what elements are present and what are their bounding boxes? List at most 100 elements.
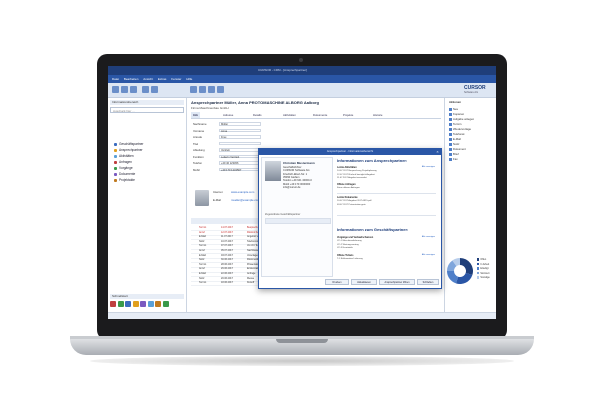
action-icon	[449, 158, 452, 161]
action-item[interactable]: Aufgabe anlegen	[449, 117, 474, 122]
print-icon[interactable]	[190, 86, 197, 93]
menu-view[interactable]: Ansicht	[143, 77, 153, 81]
action-item[interactable]: Dokument	[449, 147, 466, 152]
activity-line: 14.07.2017 Besprechung Projektplanung	[337, 170, 377, 172]
action-item[interactable]: Telefonat	[449, 132, 464, 137]
left-navigation-pane: Informationsbereich Ausdruck hier ... Ge…	[108, 98, 187, 319]
action-label: Neu	[453, 107, 459, 111]
laptop-camera	[299, 58, 303, 62]
record-title: Ansprechpartner Müller, Anna PROTOMASCHI…	[191, 100, 319, 105]
quickstart-icon[interactable]	[162, 301, 169, 307]
action-item[interactable]: E-Mail	[449, 137, 461, 142]
menu-edit[interactable]: Bearbeiten	[124, 77, 139, 81]
action-item[interactable]: Fax	[449, 157, 458, 162]
field-label: Funktion	[193, 154, 204, 159]
cell-date: 18.06.2017	[221, 281, 233, 285]
field-input[interactable]: Frau	[219, 135, 261, 139]
nav-item[interactable]: Geschäftspartner	[114, 142, 143, 147]
web-link[interactable]: www.example.com	[231, 190, 254, 194]
cell-type: Notiz	[199, 258, 205, 262]
left-search-input[interactable]: Ausdruck hier ...	[110, 107, 184, 113]
action-label: Aufgabe anlegen	[453, 117, 475, 121]
recent-activities-link[interactable]: Alle anzeigen	[422, 166, 435, 168]
field-input[interactable]: Leiterin Vertrieb	[219, 154, 261, 159]
nav-item[interactable]: Anfragen	[114, 160, 132, 165]
action-item[interactable]: Brief	[449, 152, 459, 157]
field-input[interactable]	[219, 141, 261, 146]
back-icon[interactable]	[142, 86, 149, 93]
action-item[interactable]: Termin	[449, 122, 461, 127]
window-titlebar: CURSOR - CRM - [Ansprechpartner]	[108, 66, 496, 75]
action-label: E-Mail	[453, 137, 461, 141]
nav-item[interactable]: Aktivitäten	[114, 154, 134, 159]
nav-item-label: Geschäftspartner	[119, 142, 144, 146]
tab-item[interactable]: Aktivitäten	[281, 112, 298, 118]
field-input[interactable]: Müller	[219, 122, 261, 126]
field-input[interactable]: +49 170 1234567	[219, 167, 261, 172]
person-photo	[265, 161, 281, 181]
tab-item[interactable]: Dokumente	[311, 112, 329, 118]
open-contact-button[interactable]: Ansprechpartner öffnen	[379, 279, 415, 285]
tab-item[interactable]: Adresse	[221, 112, 235, 118]
brand-subtitle: Software AG	[464, 91, 479, 94]
quickstart-icon[interactable]	[147, 301, 154, 307]
quickstart-icon[interactable]	[110, 301, 116, 307]
tab-item[interactable]: Historie	[371, 112, 384, 118]
calendar-icon[interactable]	[208, 86, 215, 93]
field-input[interactable]: +49 40 123456	[219, 161, 261, 165]
quickstart-icon[interactable]	[155, 301, 161, 307]
menu-extras[interactable]: Extras	[158, 77, 167, 81]
contact-photo	[195, 190, 209, 206]
cell-date: 20.06.2017	[221, 276, 233, 280]
nav-item[interactable]: Vorgänge	[114, 166, 133, 171]
quickstart-icon[interactable]	[117, 301, 124, 307]
menu-window[interactable]: Fenster	[171, 77, 181, 81]
close-button[interactable]: Schließen	[417, 279, 439, 285]
cell-date: 07.07.2017	[221, 244, 233, 248]
cell-subject: Anfrage	[247, 272, 256, 275]
tab-item[interactable]: Projekte	[341, 112, 355, 118]
assigned-partners-table[interactable]	[265, 218, 331, 224]
email-link[interactable]: mueller@example.com	[231, 198, 260, 202]
tab-item[interactable]: Details	[251, 112, 264, 118]
field-label: Anrede	[193, 135, 203, 139]
print-button[interactable]: Drucken	[325, 279, 349, 285]
forward-icon[interactable]	[151, 86, 158, 93]
action-icon	[449, 133, 452, 136]
menu-help[interactable]: Hilfe	[186, 77, 192, 81]
menu-file[interactable]: Datei	[112, 77, 119, 81]
legend-label: In Arbeit	[480, 262, 490, 266]
open-tickets-link[interactable]: Alle anzeigen	[422, 254, 435, 256]
mail-icon[interactable]	[199, 86, 206, 93]
toolbar	[108, 83, 496, 98]
field-input[interactable]: Vertrieb	[219, 148, 261, 152]
action-item[interactable]: Wiedervorlage	[449, 127, 471, 132]
opportunities-link[interactable]: Alle anzeigen	[422, 236, 435, 238]
record-tabs: Info Adresse Details Aktivitäten Dokumente Pr…	[191, 112, 441, 119]
quickstart-icon[interactable]	[132, 301, 139, 307]
tab-item[interactable]: Info	[191, 112, 201, 118]
field-label: Mobil	[193, 167, 200, 172]
dialog-close-icon[interactable]: ×	[434, 149, 441, 155]
cell-type: Termin	[199, 244, 207, 248]
action-item[interactable]: Notiz	[449, 142, 459, 147]
quickstart-icon[interactable]	[140, 301, 146, 307]
nav-item-icon	[114, 154, 117, 158]
field-label: Vorname	[193, 128, 205, 133]
nav-item[interactable]: Ansprechpartner	[114, 148, 143, 153]
nav-item[interactable]: Dokumente	[114, 172, 135, 177]
action-icon	[449, 153, 452, 156]
action-label: Notiz	[453, 142, 460, 146]
save-icon[interactable]	[121, 86, 128, 93]
action-item[interactable]: Neu	[449, 107, 458, 112]
phone-icon[interactable]	[217, 86, 224, 93]
delete-icon[interactable]	[130, 86, 137, 93]
quickstart-icon[interactable]	[125, 301, 131, 307]
action-item[interactable]: Kopieren	[449, 112, 464, 117]
menu-bar: Datei Bearbeiten Ansicht Extras Fenster …	[108, 75, 496, 83]
new-icon[interactable]	[112, 86, 119, 93]
nav-item[interactable]: Projektakte	[114, 178, 135, 183]
refresh-button[interactable]: Aktualisieren	[351, 279, 377, 285]
field-input[interactable]: Anna	[219, 128, 261, 133]
nav-item-icon	[114, 178, 117, 182]
